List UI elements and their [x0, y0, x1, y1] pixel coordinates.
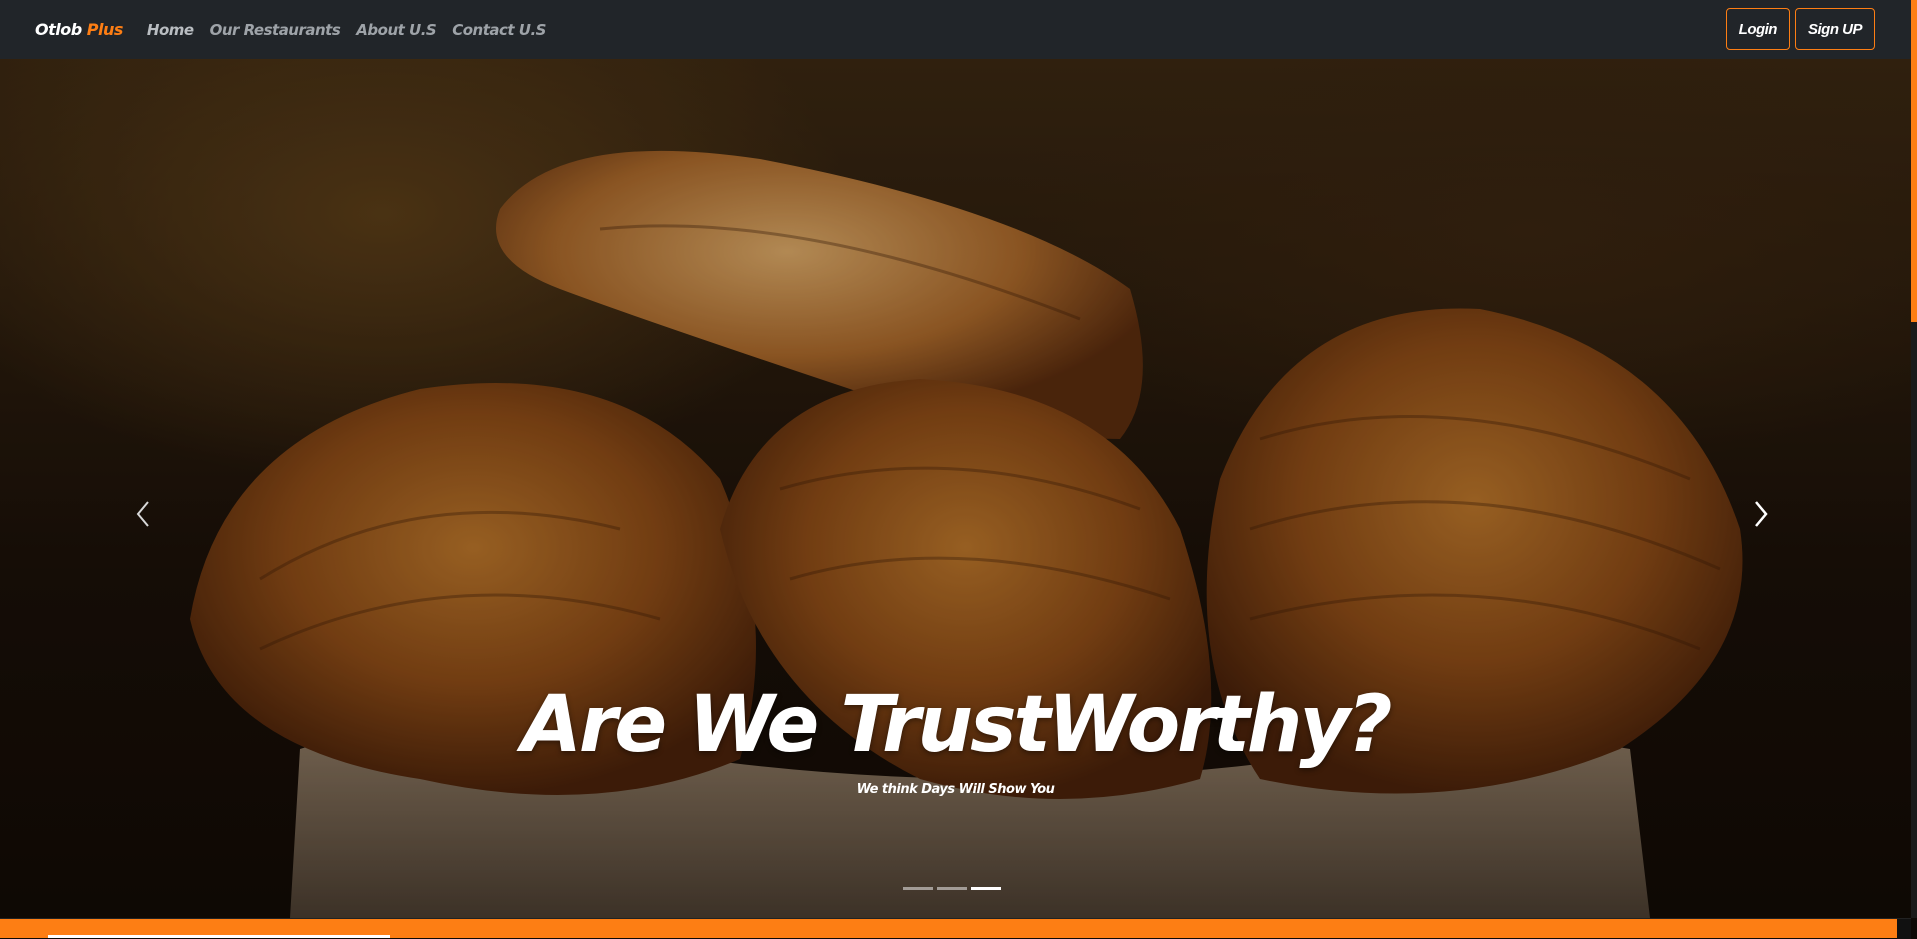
nav-link-home[interactable]: Home — [147, 21, 194, 39]
carousel-indicator-1[interactable] — [903, 887, 933, 890]
auth-buttons: Login Sign UP — [1725, 8, 1875, 50]
signup-button[interactable]: Sign UP — [1794, 8, 1875, 50]
nav-link-contact-us[interactable]: Contact U.S — [452, 21, 546, 39]
scrollbar-thumb[interactable] — [1911, 0, 1917, 322]
brand-accent: Plus — [86, 20, 124, 39]
nav-link-our-restaurants[interactable]: Our Restaurants — [210, 21, 341, 39]
carousel-prev-control[interactable] — [122, 484, 162, 544]
page-scrollbar[interactable] — [1911, 0, 1917, 918]
login-button[interactable]: Login — [1725, 8, 1790, 50]
brand-logo[interactable]: Otlob Plus — [35, 20, 123, 39]
carousel-indicators — [903, 887, 1001, 890]
hero-title: Are We TrustWorthy? — [521, 680, 1392, 770]
carousel-next-control[interactable] — [1742, 484, 1782, 544]
nav-link-about-us[interactable]: About U.S — [356, 21, 436, 39]
carousel-indicator-2[interactable] — [937, 887, 967, 890]
bottom-corner-block — [1897, 919, 1911, 939]
bottom-orange-bar — [0, 918, 1911, 939]
chevron-left-icon — [136, 501, 149, 527]
hero-carousel: Are We TrustWorthy? We think Days Will S… — [0, 59, 1911, 918]
brand-main: Otlob — [35, 20, 82, 39]
hero-subtitle: We think Days Will Show You — [856, 782, 1055, 797]
navbar: Otlob Plus Home Our Restaurants About U.… — [0, 0, 1911, 59]
carousel-indicator-3[interactable] — [971, 887, 1001, 890]
chevron-right-icon — [1755, 501, 1768, 527]
